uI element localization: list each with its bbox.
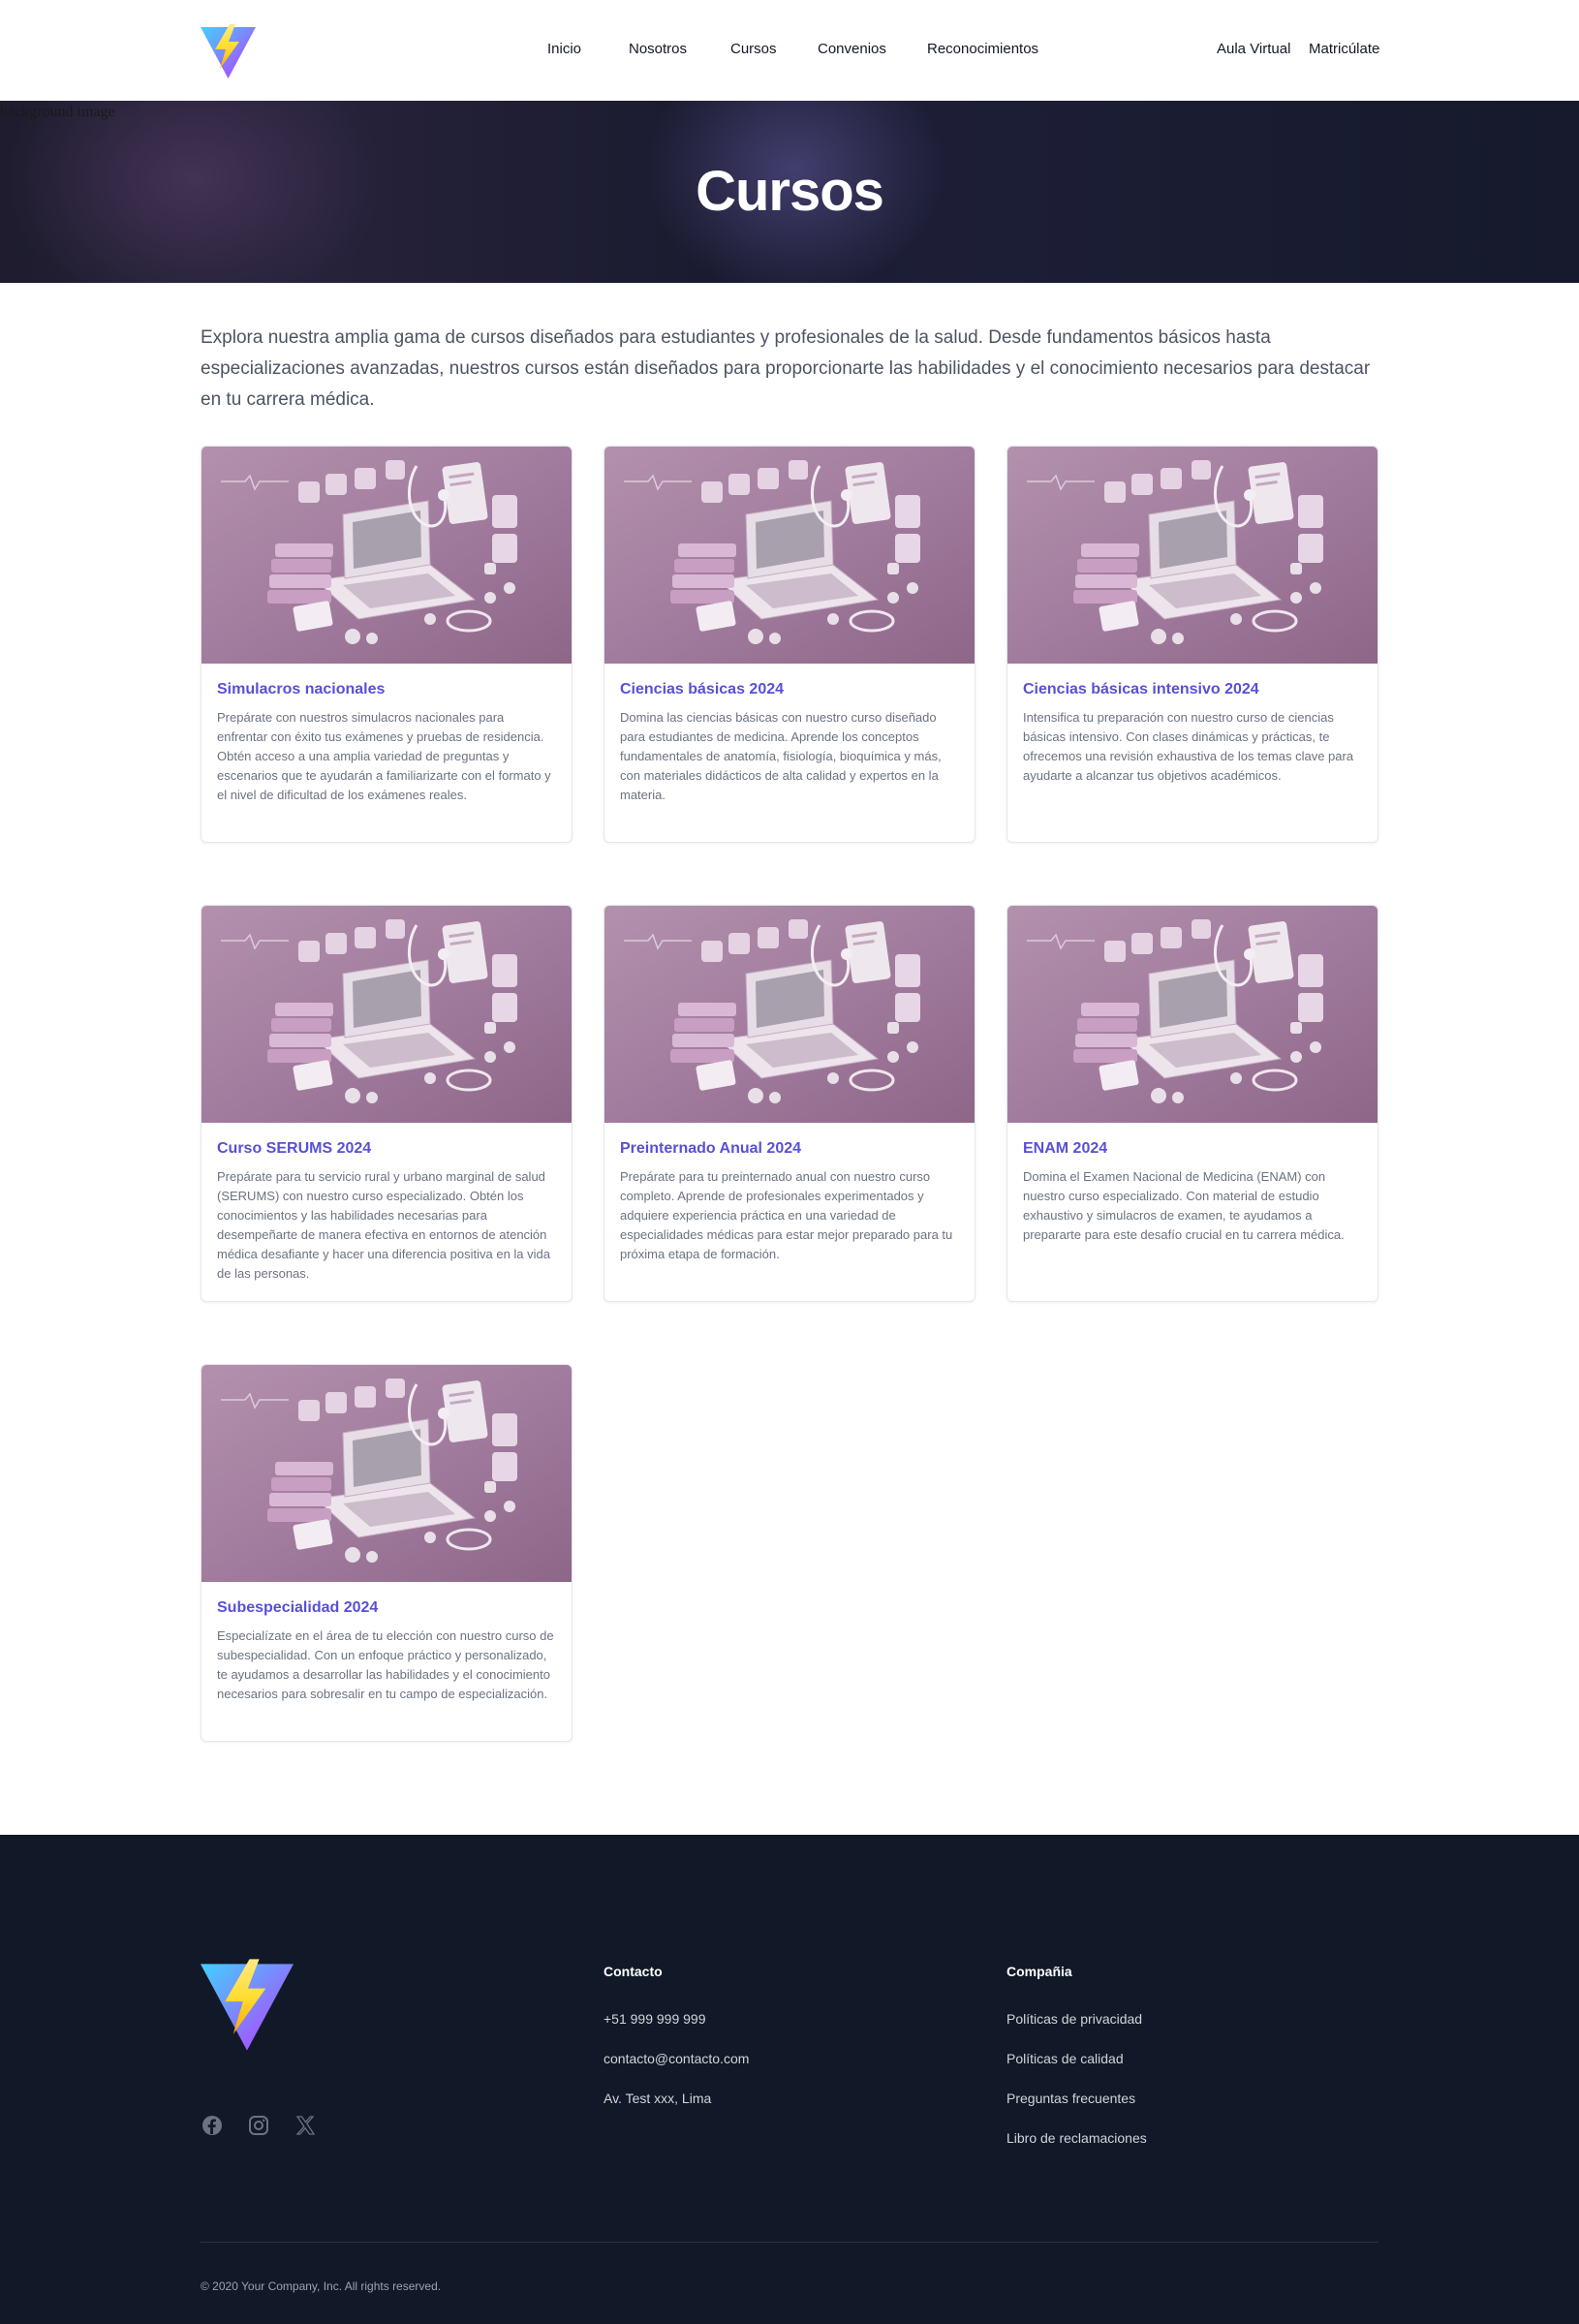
course-description: Especialízate en el área de tu elección … [217,1628,554,1701]
course-image [201,906,572,1123]
nav-link-convenios[interactable]: Convenios [818,41,886,57]
course-card-simulacros[interactable]: Simulacros nacionales Prepárate con nues… [201,446,573,843]
instagram-icon[interactable] [247,2114,270,2137]
contact-address: Av. Test xxx, Lima [604,2091,712,2106]
course-title[interactable]: Ciencias básicas intensivo 2024 [1023,681,1362,698]
course-image [604,906,975,1123]
course-description: Prepárate para tu servicio rural y urban… [217,1169,550,1281]
course-card-enam[interactable]: ENAM 2024 Domina el Examen Nacional de M… [1006,905,1378,1302]
nav-link-cursos[interactable]: Cursos [730,41,777,57]
course-card-preinternado[interactable]: Preinternado Anual 2024 Prepárate para t… [604,905,975,1302]
course-card-subespecialidad[interactable]: Subespecialidad 2024 Especialízate en el… [201,1364,573,1742]
course-description: Prepárate con nuestros simulacros nacion… [217,710,551,802]
contact-heading: Contacto [604,1964,663,1979]
course-title[interactable]: ENAM 2024 [1023,1140,1362,1158]
nav-link-reconocimientos[interactable]: Reconocimientos [927,41,1038,57]
top-navbar: Inicio Nosotros Cursos Convenios Reconoc… [0,0,1579,101]
footer-divider [201,2242,1378,2243]
course-image [201,447,572,664]
course-image [1007,447,1378,664]
hero-banner: background image Cursos [0,101,1579,283]
course-image [1007,906,1378,1123]
course-description: Domina el Examen Nacional de Medicina (E… [1023,1169,1345,1242]
course-title[interactable]: Simulacros nacionales [217,681,556,698]
contact-email[interactable]: contacto@contacto.com [604,2051,749,2066]
course-title[interactable]: Subespecialidad 2024 [217,1599,556,1617]
site-footer: Contacto +51 999 999 999 contacto@contac… [0,1835,1579,2324]
course-description: Intensifica tu preparación con nuestro c… [1023,710,1354,783]
course-card-ciencias-intensivo[interactable]: Ciencias básicas intensivo 2024 Intensif… [1006,446,1378,843]
course-image [604,447,975,664]
copyright-text: © 2020 Your Company, Inc. All rights res… [201,2279,442,2293]
company-heading: Compañia [1006,1964,1072,1979]
intro-paragraph: Explora nuestra amplia gama de cursos di… [201,327,1371,410]
contact-phone[interactable]: +51 999 999 999 [604,2011,706,2027]
nav-link-inicio[interactable]: Inicio [547,41,581,57]
course-description: Prepárate para tu preinternado anual con… [620,1169,953,1261]
page-title: Cursos [696,160,884,223]
course-title[interactable]: Preinternado Anual 2024 [620,1140,959,1158]
hero-image-alt-text: background image [0,104,115,120]
facebook-icon[interactable] [201,2114,224,2137]
course-card-serums[interactable]: Curso SERUMS 2024 Prepárate para tu serv… [201,905,573,1302]
course-image [201,1365,572,1582]
footer-logo-icon[interactable] [201,1959,294,2051]
course-description: Domina las ciencias básicas con nuestro … [620,710,942,802]
aula-virtual-link[interactable]: Aula Virtual [1217,41,1290,57]
privacy-policy-link[interactable]: Políticas de privacidad [1006,2011,1142,2027]
nav-link-nosotros[interactable]: Nosotros [629,41,687,57]
course-title[interactable]: Ciencias básicas 2024 [620,681,959,698]
course-title[interactable]: Curso SERUMS 2024 [217,1140,556,1158]
complaints-book-link[interactable]: Libro de reclamaciones [1006,2130,1147,2146]
enroll-link[interactable]: Matricúlate [1309,41,1379,57]
x-icon[interactable] [294,2114,317,2137]
faq-link[interactable]: Preguntas frecuentes [1006,2091,1135,2106]
quality-policy-link[interactable]: Políticas de calidad [1006,2051,1124,2066]
course-card-ciencias-basicas[interactable]: Ciencias básicas 2024 Domina las ciencia… [604,446,975,843]
